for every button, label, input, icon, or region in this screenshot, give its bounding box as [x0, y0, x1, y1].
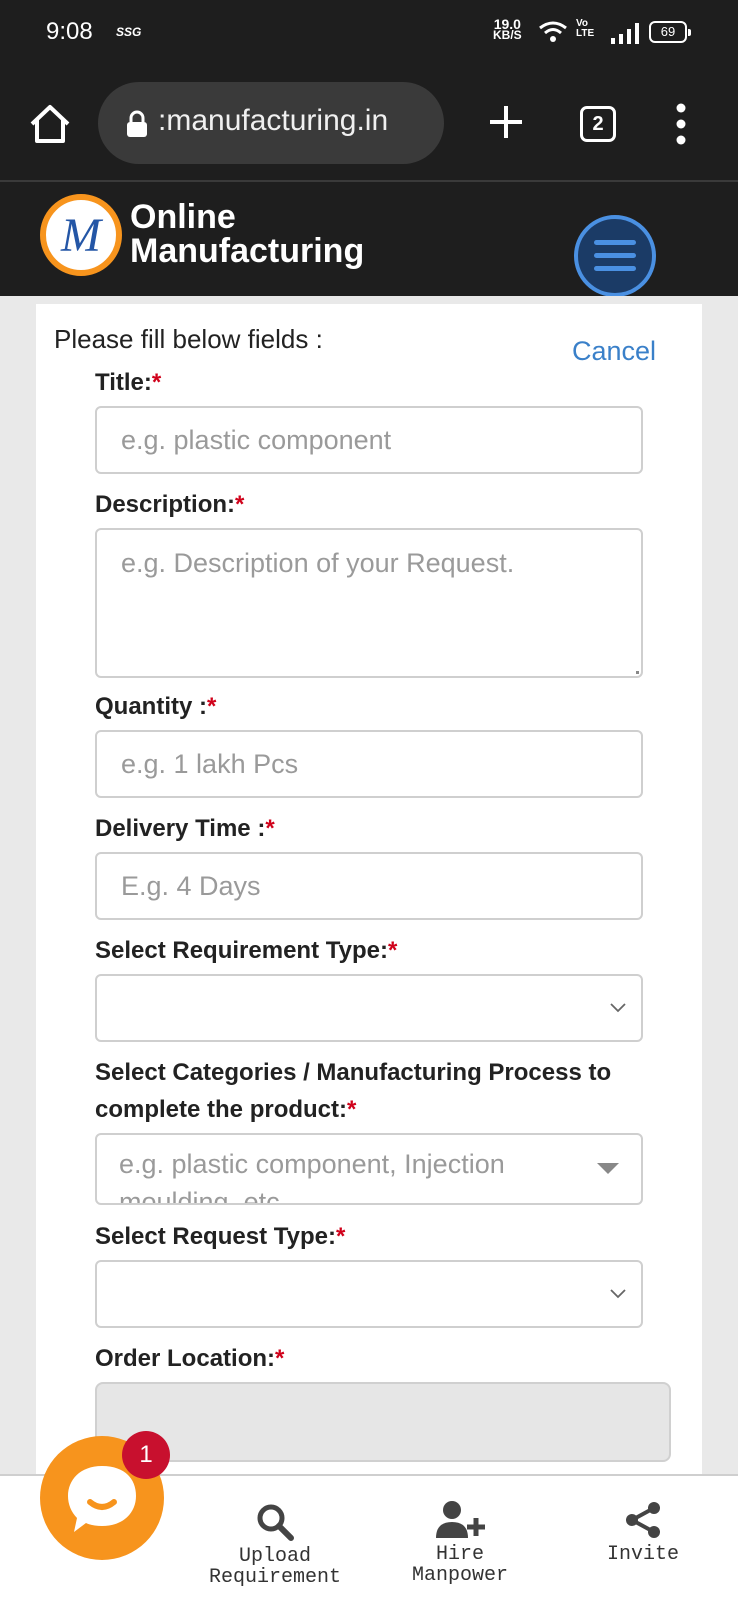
nav-upload-requirement[interactable]: Upload Requirement [205, 1502, 345, 1588]
title-input[interactable]: e.g. plastic component [95, 406, 643, 474]
address-bar[interactable]: :manufacturing.in [98, 82, 444, 164]
delivery-time-input[interactable]: E.g. 4 Days [95, 852, 643, 920]
share-icon [626, 1502, 660, 1538]
cancel-link[interactable]: Cancel [572, 336, 656, 367]
description-placeholder: e.g. Description of your Request. [121, 548, 515, 578]
required-mark: * [275, 1345, 285, 1372]
nav-hire-line2: Manpower [411, 1564, 508, 1587]
network-speed: 19.0 KB/S [493, 17, 522, 42]
requirement-type-label: Select Requirement Type:* [95, 932, 397, 969]
volte-indicator: Vo LTE [576, 19, 594, 39]
title-label-text: Title: [95, 369, 152, 396]
categories-label: Select Categories / Manufacturing Proces… [95, 1054, 611, 1128]
volte-label-bottom: LTE [576, 28, 595, 39]
request-type-label-text: Select Request Type: [95, 1223, 336, 1250]
required-mark: * [335, 1223, 346, 1250]
description-label: Description:* [95, 486, 244, 523]
site-logo[interactable]: M [40, 194, 122, 276]
status-bar: 9:08 SSG 19.0 KB/S Vo LTE 69 [0, 0, 738, 66]
required-mark: * [151, 369, 162, 396]
nav-upload-line2: Requirement [208, 1566, 342, 1589]
categories-label-line2: complete the product: [95, 1096, 348, 1123]
nav-upload-line1: Upload [238, 1545, 311, 1568]
hamburger-menu-icon[interactable] [574, 215, 656, 297]
nav-hire-manpower[interactable]: Hire Manpower [405, 1500, 515, 1586]
status-time: 9:08 [46, 18, 93, 45]
hamburger-bar [594, 266, 636, 271]
quantity-label: Quantity :* [95, 688, 216, 725]
url-text: :manufacturing.in [158, 104, 389, 137]
order-location-label: Order Location:* [95, 1340, 284, 1377]
description-textarea[interactable]: e.g. Description of your Request. [95, 528, 643, 678]
quantity-label-text: Quantity : [95, 693, 207, 720]
quantity-placeholder: e.g. 1 lakh Pcs [121, 749, 299, 779]
resize-handle[interactable] [636, 671, 639, 674]
site-header: M Online Manufacturing [0, 182, 738, 297]
required-mark: * [265, 815, 275, 842]
title-label: Title:* [95, 364, 161, 401]
chevron-down-icon [610, 1289, 626, 1299]
categories-multiselect-clip: e.g. plastic component, Injection mouldi… [97, 1135, 641, 1203]
battery-icon: 69 [649, 21, 691, 43]
delivery-placeholder: E.g. 4 Days [121, 871, 261, 901]
logo-letter: M [61, 209, 101, 262]
required-mark: * [235, 491, 245, 518]
home-icon[interactable] [28, 102, 72, 146]
wifi-icon [539, 21, 567, 42]
chevron-down-icon [610, 1003, 626, 1013]
tab-switcher-button[interactable]: 2 [580, 106, 616, 142]
more-options-icon[interactable] [666, 102, 696, 146]
nav-hire-line1: Hire [435, 1543, 484, 1566]
caret-down-icon [597, 1163, 619, 1174]
required-mark: * [387, 937, 398, 964]
hamburger-bar [594, 253, 636, 258]
form-intro: Please fill below fields : [54, 324, 323, 354]
new-tab-icon[interactable] [486, 102, 526, 142]
request-form-card: Please fill below fields : Cancel Title:… [36, 304, 702, 1480]
request-type-select[interactable] [95, 1260, 643, 1328]
requirement-type-label-text: Select Requirement Type: [95, 937, 388, 964]
browser-toolbar: :manufacturing.in 2 [0, 66, 738, 182]
hamburger-bar [594, 240, 636, 245]
request-type-label: Select Request Type:* [95, 1218, 345, 1255]
order-location-label-text: Order Location: [95, 1345, 276, 1372]
delivery-label-text: Delivery Time : [95, 815, 266, 842]
requirement-type-select[interactable] [95, 974, 643, 1042]
description-label-text: Description: [95, 491, 236, 518]
title-placeholder: e.g. plastic component [121, 425, 392, 455]
lock-icon [127, 110, 147, 137]
categories-placeholder: e.g. plastic component, Injection mouldi… [119, 1149, 505, 1203]
categories-multiselect[interactable]: e.g. plastic component, Injection mouldi… [95, 1133, 643, 1205]
add-user-icon [436, 1501, 485, 1538]
required-mark: * [207, 693, 217, 720]
search-icon [257, 1504, 294, 1541]
nav-invite[interactable]: Invite [598, 1500, 688, 1565]
network-speed-unit: KB/S [493, 28, 522, 42]
categories-label-line1: Select Categories / Manufacturing Proces… [95, 1059, 612, 1086]
delivery-time-label: Delivery Time :* [95, 810, 275, 847]
order-location-input[interactable] [95, 1382, 671, 1462]
required-mark: * [347, 1096, 357, 1123]
nav-invite-label: Invite [606, 1543, 679, 1566]
brand-name-line2: Manufacturing [130, 232, 365, 270]
carrier-tag: SSG [116, 25, 142, 39]
quantity-input[interactable]: e.g. 1 lakh Pcs [95, 730, 643, 798]
signal-icon [611, 23, 639, 44]
notification-badge: 1 [122, 1431, 170, 1479]
